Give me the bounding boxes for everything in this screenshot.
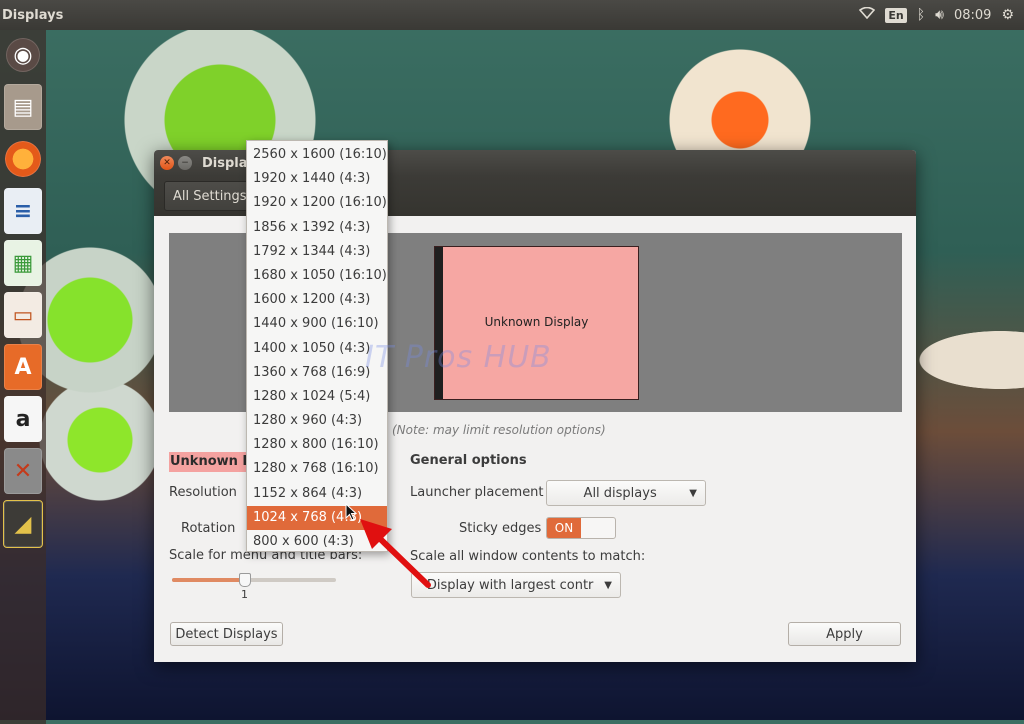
resolution-option[interactable]: 1792 x 1344 (4:3)	[247, 240, 387, 264]
watermark: IT Pros HUB	[365, 340, 552, 375]
launcher: ◉ ▤ ≡ ▦ ▭ A a ✕ ◢	[0, 30, 46, 724]
resolution-option[interactable]: 1920 x 1440 (4:3)	[247, 167, 387, 191]
scale-slider-handle[interactable]	[239, 573, 251, 587]
firefox-icon[interactable]	[5, 141, 41, 177]
resolution-option[interactable]: 1920 x 1200 (16:10)	[247, 191, 387, 215]
files-icon[interactable]: ▤	[4, 84, 42, 130]
app-menu-title[interactable]: Displays	[0, 8, 63, 23]
launcher-placement-value: All displays	[583, 485, 657, 501]
resolution-note: (Note: may limit resolution options)	[392, 423, 606, 437]
resolution-option[interactable]: 1152 x 864 (4:3)	[247, 482, 387, 506]
general-options-heading: General options	[410, 453, 527, 468]
ubuntu-dash-icon[interactable]: ◉	[6, 38, 40, 72]
detect-displays-button[interactable]: Detect Displays	[170, 622, 283, 646]
resolution-option[interactable]: 1280 x 800 (16:10)	[247, 433, 387, 457]
writer-icon[interactable]: ≡	[4, 188, 42, 234]
resolution-label: Resolution	[169, 485, 237, 500]
software-center-icon[interactable]: A	[4, 344, 42, 390]
resolution-option[interactable]: 2560 x 1600 (16:10)	[247, 143, 387, 167]
calc-icon[interactable]: ▦	[4, 240, 42, 286]
resolution-option[interactable]: 1440 x 900 (16:10)	[247, 312, 387, 336]
resolution-option[interactable]: 1600 x 1200 (4:3)	[247, 288, 387, 312]
all-settings-button[interactable]: All Settings	[164, 181, 256, 211]
sticky-edges-label: Sticky edges	[459, 521, 542, 536]
apply-button[interactable]: Apply	[788, 622, 901, 646]
resolution-option[interactable]: 1680 x 1050 (16:10)	[247, 264, 387, 288]
sticky-edges-toggle[interactable]: ON	[546, 517, 616, 539]
top-panel: Displays En ᛒ 🔊︎ 08:09 ⚙	[0, 0, 1024, 30]
resolution-option[interactable]: 1280 x 960 (4:3)	[247, 409, 387, 433]
amazon-icon[interactable]: a	[4, 396, 42, 442]
annotation-arrow-icon	[350, 505, 440, 599]
rotation-label: Rotation	[181, 521, 236, 536]
dropdown-arrow-icon: ▼	[604, 579, 612, 591]
close-icon[interactable]: ✕	[160, 156, 174, 170]
clock[interactable]: 08:09	[954, 8, 991, 23]
impress-icon[interactable]: ▭	[4, 292, 42, 338]
scale-value: 1	[241, 588, 248, 601]
scale-all-combo[interactable]: Display with largest contr ▼	[411, 572, 621, 598]
indicator-area: En ᛒ 🔊︎ 08:09 ⚙	[859, 6, 1024, 23]
monitor-preview[interactable]: Unknown Display	[434, 246, 639, 400]
minimize-icon[interactable]: −	[178, 156, 192, 170]
resolution-option[interactable]: 1280 x 768 (16:10)	[247, 457, 387, 481]
workspace-switcher-icon[interactable]: ◢	[3, 500, 43, 548]
monitor-label: Unknown Display	[484, 315, 589, 329]
scale-all-label: Scale all window contents to match:	[410, 549, 646, 564]
scale-slider-fill	[172, 578, 246, 582]
scale-all-value: Display with largest contr	[426, 577, 594, 593]
volume-icon[interactable]: 🔊︎	[935, 7, 944, 23]
launcher-placement-combo[interactable]: All displays ▼	[546, 480, 706, 506]
power-gear-icon[interactable]: ⚙	[1001, 7, 1014, 23]
resolution-option[interactable]: 1856 x 1392 (4:3)	[247, 216, 387, 240]
dropdown-arrow-icon: ▼	[689, 487, 697, 499]
toggle-on-label: ON	[547, 518, 581, 538]
wifi-icon[interactable]	[859, 6, 876, 23]
scale-slider[interactable]	[172, 578, 336, 582]
keyboard-layout-indicator[interactable]: En	[885, 7, 907, 23]
bluetooth-icon[interactable]: ᛒ	[917, 7, 925, 23]
resolution-option[interactable]: 1280 x 1024 (5:4)	[247, 385, 387, 409]
system-settings-icon[interactable]: ✕	[4, 448, 42, 494]
launcher-placement-label: Launcher placement	[410, 485, 544, 500]
